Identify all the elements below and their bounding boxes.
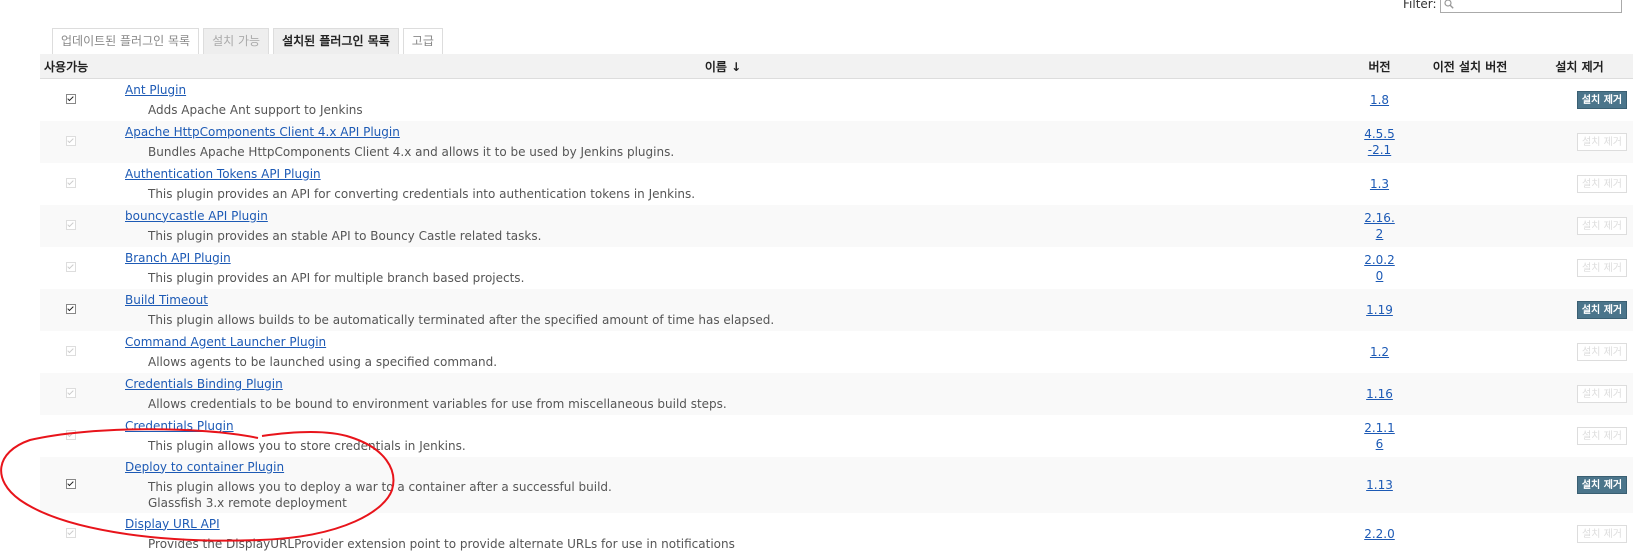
enable-checkbox [65, 387, 76, 398]
plugin-description-extra: Glassfish 3.x remote deployment [148, 495, 347, 510]
plugin-row: Authentication Tokens API Plugin This plu… [40, 163, 1633, 205]
filter-bar: Filter: [1403, 0, 1622, 13]
uninstall-button: 설치 제거 [1577, 524, 1627, 543]
plugin-name-link[interactable]: Ant Plugin [125, 82, 1345, 98]
plugin-row: Build Timeout This plugin allows builds t… [40, 288, 1633, 331]
plugin-row: Ant Plugin Adds Apache Ant support to Jen… [40, 79, 1633, 121]
enable-checkbox [65, 429, 76, 440]
plugin-description: This plugin allows you to store credenti… [148, 438, 466, 453]
header-name[interactable]: 이름 ↓ [101, 54, 1345, 79]
plugin-row: Credentials Plugin This plugin allows you… [40, 415, 1633, 457]
uninstall-button: 설치 제거 [1577, 258, 1627, 277]
enable-checkbox [65, 345, 76, 356]
tab-advanced[interactable]: 고급 [402, 28, 443, 54]
filter-label: Filter: [1403, 0, 1437, 11]
uninstall-button: 설치 제거 [1577, 342, 1627, 361]
uninstall-button[interactable]: 설치 제거 [1577, 475, 1627, 494]
header-previous-version[interactable]: 이전 설치 버전 [1414, 54, 1526, 79]
plugin-description: Allows credentials to be bound to enviro… [148, 396, 727, 411]
installed-plugins-table: 사용가능 이름 ↓ 버전 이전 설치 버전 설치 제거 Ant Plugin Ad… [40, 54, 1633, 555]
plugin-version-link[interactable]: 2.16.2 [1363, 210, 1397, 242]
plugin-tabs: 업데이트된 플러그인 목록 설치 가능 설치된 플러그인 목록 고급 [52, 28, 447, 54]
plugin-description: Provides the DisplayURLProvider extensio… [148, 536, 735, 551]
header-version[interactable]: 버전 [1345, 54, 1414, 79]
plugin-version-link[interactable]: 1.2 [1363, 344, 1397, 360]
plugin-description: Bundles Apache HttpComponents Client 4.x… [148, 144, 675, 159]
plugin-version-link[interactable]: 1.3 [1363, 176, 1397, 192]
plugin-row: bouncycastle API Plugin This plugin provi… [40, 204, 1633, 247]
plugin-row: Branch API Plugin This plugin provides an… [40, 247, 1633, 289]
plugin-description: Allows agents to be launched using a spe… [148, 354, 498, 369]
tab-installed[interactable]: 설치된 플러그인 목록 [273, 28, 399, 54]
uninstall-button: 설치 제거 [1577, 384, 1627, 403]
plugin-name-link[interactable]: bouncycastle API Plugin [125, 208, 1345, 224]
plugin-name-link[interactable]: Display URL API [125, 516, 1345, 532]
filter-input[interactable] [1439, 0, 1622, 13]
enable-checkbox [65, 219, 76, 230]
plugin-version-link[interactable]: 1.13 [1363, 477, 1397, 493]
plugin-description: This plugin allows you to deploy a war t… [148, 479, 612, 494]
plugin-row: Command Agent Launcher Plugin Allows agen… [40, 331, 1633, 373]
plugin-description: This plugin allows builds to be automati… [148, 312, 775, 327]
plugin-name-link[interactable]: Authentication Tokens API Plugin [125, 166, 1345, 182]
plugin-name-link[interactable]: Apache HttpComponents Client 4.x API Plu… [125, 124, 1345, 140]
plugin-version-link[interactable]: 1.8 [1363, 92, 1397, 108]
plugin-description: This plugin provides an API for multiple… [148, 270, 525, 285]
uninstall-button[interactable]: 설치 제거 [1577, 300, 1627, 319]
tab-available[interactable]: 설치 가능 [203, 28, 270, 54]
plugin-version-link[interactable]: 2.0.20 [1363, 252, 1397, 284]
enable-checkbox[interactable] [65, 478, 76, 489]
plugin-row: Credentials Binding Plugin Allows credent… [40, 372, 1633, 415]
plugin-version-link[interactable]: 4.5.5-2.1 [1363, 126, 1397, 158]
plugin-row: Display URL API Provides the DisplayURLPr… [40, 513, 1633, 555]
uninstall-button: 설치 제거 [1577, 174, 1627, 193]
plugin-version-link[interactable]: 2.1.16 [1363, 420, 1397, 452]
uninstall-button: 설치 제거 [1577, 426, 1627, 445]
header-uninstall[interactable]: 설치 제거 [1526, 54, 1633, 79]
uninstall-button: 설치 제거 [1577, 132, 1627, 151]
plugin-name-link[interactable]: Command Agent Launcher Plugin [125, 334, 1345, 350]
uninstall-button[interactable]: 설치 제거 [1577, 90, 1627, 109]
search-icon [1443, 0, 1454, 9]
plugin-version-link[interactable]: 2.2.0 [1363, 526, 1397, 542]
tab-updates[interactable]: 업데이트된 플러그인 목록 [52, 28, 200, 54]
plugin-name-link[interactable]: Branch API Plugin [125, 250, 1345, 266]
enable-checkbox [65, 527, 76, 538]
enable-checkbox[interactable] [65, 303, 76, 314]
plugin-version-link[interactable]: 1.16 [1363, 386, 1397, 402]
uninstall-button: 설치 제거 [1577, 216, 1627, 235]
enable-checkbox [65, 177, 76, 188]
enable-checkbox[interactable] [65, 93, 76, 104]
plugin-description: This plugin provides an stable API to Bo… [148, 228, 542, 243]
enable-checkbox [65, 261, 76, 272]
plugin-description: Adds Apache Ant support to Jenkins [148, 102, 363, 117]
table-header: 사용가능 이름 ↓ 버전 이전 설치 버전 설치 제거 [40, 54, 1633, 79]
plugin-name-link[interactable]: Deploy to container Plugin [125, 459, 1345, 475]
plugin-description: This plugin provides an API for converti… [148, 186, 696, 201]
plugin-name-link[interactable]: Credentials Binding Plugin [125, 376, 1345, 392]
plugin-name-link[interactable]: Credentials Plugin [125, 418, 1345, 434]
plugin-row: Apache HttpComponents Client 4.x API Plu… [40, 120, 1633, 163]
header-enabled[interactable]: 사용가능 [40, 54, 101, 79]
plugin-name-link[interactable]: Build Timeout [125, 292, 1345, 308]
enable-checkbox [65, 135, 76, 146]
plugin-version-link[interactable]: 1.19 [1363, 302, 1397, 318]
plugin-row: Deploy to container Plugin This plugin al… [40, 456, 1633, 513]
